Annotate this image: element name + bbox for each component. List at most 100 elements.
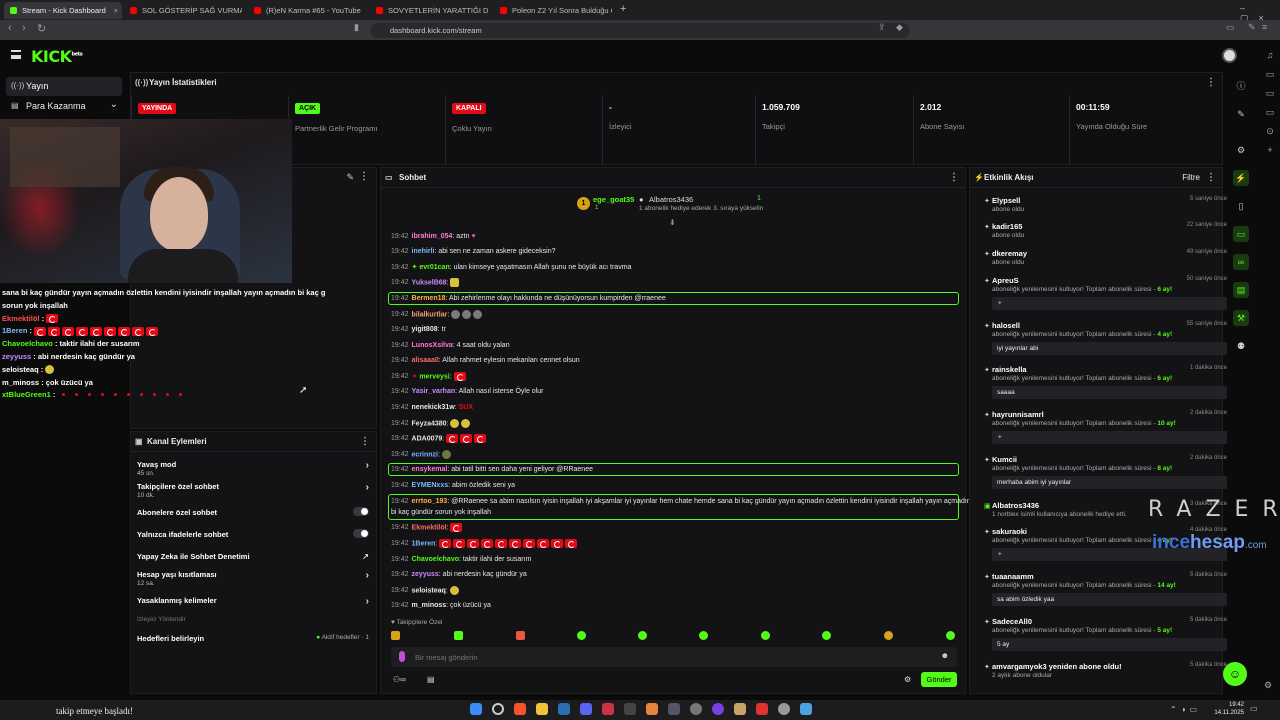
kick-header xyxy=(0,40,1280,72)
filter-button[interactable]: Filtre xyxy=(1182,168,1200,188)
emoji-icon[interactable]: ☻ xyxy=(941,651,949,660)
url-field[interactable]: dashboard.kick.com/stream xyxy=(370,23,910,38)
app-icon[interactable] xyxy=(734,703,746,715)
wrench-icon[interactable]: ⚒ xyxy=(1233,310,1249,326)
chat-message: 19:42 bilalkurtlar: xyxy=(391,310,484,320)
brave-icon[interactable] xyxy=(514,703,526,715)
edit-icon[interactable]: ✎ xyxy=(346,172,354,183)
kebab-menu-icon[interactable]: ⋮ xyxy=(359,171,369,182)
subscribers-only-toggle[interactable] xyxy=(353,507,369,516)
slow-mode-row[interactable]: Yavaş mod 45 sn. › xyxy=(137,460,369,477)
sidebar-item-monetize[interactable]: ▤ Para Kazanma ⌄ xyxy=(6,98,122,115)
browser-sidebar[interactable]: ♫ ▭ ▭ ▭ ⊙ + xyxy=(1264,46,1276,696)
settings-gear-icon[interactable]: ⚙ xyxy=(904,675,911,684)
layout-icon[interactable]: ▤ xyxy=(1233,282,1249,298)
top-gifters: 1 ege_goat35 1 ● Albatros3436 1 1 abonel… xyxy=(577,194,777,216)
chat-message: 19:42 yigit808: tr xyxy=(391,326,446,333)
tab-youtube-4[interactable]: Poleon Z2 Yıl Sonra Bulduğu Gerçek ! xyxy=(494,2,612,19)
edit-icon[interactable]: ✎ xyxy=(1233,106,1249,122)
gift-icon: ● xyxy=(639,195,644,204)
kebab-menu-icon[interactable]: ⋮ xyxy=(949,168,959,188)
app-icon[interactable] xyxy=(756,703,768,715)
kebab-menu-icon[interactable]: ⋮ xyxy=(1206,73,1216,93)
app-icon[interactable] xyxy=(602,703,614,715)
windows-start-icon[interactable] xyxy=(470,703,482,715)
share-icon[interactable]: ⇪ xyxy=(878,22,886,33)
activity-item: ✦ SadeceAll0 aboneliğk yenilemesini kutluy… xyxy=(984,617,1227,651)
stream-stats-panel: ((·)) Yayın İstatistikleri ⋮ YAYINDA AÇIK P… xyxy=(130,72,1223,165)
kick-logo[interactable]: KICKbeta xyxy=(31,47,83,66)
users-icon[interactable]: ⚉ xyxy=(1233,338,1249,354)
chat-input-container: ☻ xyxy=(391,647,957,667)
link-icon[interactable]: ∞ xyxy=(1233,254,1249,270)
settings-gear-icon[interactable] xyxy=(778,703,790,715)
chat-message: 19:42 Bermen18: Abi zehirlenme olayı hakk… xyxy=(391,295,666,302)
stat-multistream[interactable]: KAPALI Çoklu Yayın xyxy=(445,95,602,165)
bookmark-icon[interactable]: ▮ xyxy=(354,22,359,33)
goals-status: ● Aktif hedefler · 1 xyxy=(316,634,369,641)
follow-notice: takip etmeye başladı! xyxy=(56,706,133,716)
chat-icon[interactable]: ▭ xyxy=(1233,226,1249,242)
emote-bar[interactable] xyxy=(391,631,959,643)
close-tab-icon[interactable]: × xyxy=(114,2,118,19)
mod-tools-icon[interactable]: ⚇∞ xyxy=(393,675,406,684)
tab-youtube-2[interactable]: (R)eN Karma #65 - YouTube xyxy=(248,2,366,19)
app-icon[interactable] xyxy=(646,703,658,715)
activity-item: ✦ ApreuS aboneliğk yenilemesini kutluyor! … xyxy=(984,276,1227,310)
lightning-icon[interactable]: ⚡ xyxy=(1233,170,1249,186)
sidebar-item-stream[interactable]: ((·)) Yayın xyxy=(6,77,122,96)
app-icon[interactable] xyxy=(712,703,724,715)
settings-gear-icon[interactable]: ⚙ xyxy=(1264,680,1272,691)
microphone-icon[interactable] xyxy=(399,651,405,662)
app-icon[interactable] xyxy=(668,703,680,715)
brave-shield-icon[interactable]: ◆ xyxy=(896,22,903,33)
kebab-menu-icon[interactable]: ⋮ xyxy=(360,432,370,452)
notification-icon[interactable]: ▭ xyxy=(1250,704,1258,713)
chat-message: 19:42 Yasir_varhan: Allah nasıl isterse Ö… xyxy=(391,388,544,395)
tab-youtube-3[interactable]: SOVYETLERİN YARATTIĞI DÜNYANIN xyxy=(370,2,488,19)
chat-message: 19:42 nenekick31w: SUX xyxy=(391,404,474,411)
sidebar-toggle-icon[interactable]: ▭ xyxy=(1226,22,1235,33)
app-icon[interactable] xyxy=(624,703,636,715)
app-icon[interactable] xyxy=(800,703,812,715)
tab-kick-dashboard[interactable]: Stream - Kick Dashboard × xyxy=(4,2,122,19)
reload-icon[interactable]: ↻ xyxy=(37,22,46,35)
discord-icon[interactable] xyxy=(580,703,592,715)
folder-icon[interactable] xyxy=(536,703,548,715)
hamburger-menu-icon[interactable] xyxy=(11,50,21,59)
file-icon[interactable]: ▯ xyxy=(1233,198,1249,214)
ai-moderation-row[interactable]: Yapay Zeka ile Sohbet Denetimi ↗ xyxy=(137,552,369,561)
info-icon[interactable]: ⓘ xyxy=(1233,78,1249,94)
tab-youtube-1[interactable]: SOL GÖSTERİP SAĞ VURMAK | Sönd xyxy=(124,2,242,19)
calendar-icon[interactable]: ▤ xyxy=(427,675,435,684)
chat-message: 19:42 ADA0079: xyxy=(391,434,488,444)
avatar[interactable] xyxy=(1222,48,1237,63)
followers-only-row[interactable]: Takipçilere özel sohbet 10 dk. › xyxy=(137,482,369,499)
chat-message: 19:42 ecrinnzi: xyxy=(391,450,453,460)
send-button[interactable]: Gönder xyxy=(921,672,957,687)
chat-message: 19:42 m_minoss: çok üzücü ya xyxy=(391,602,491,609)
chat-message: 19:42 Ekmektilöl: xyxy=(391,523,464,533)
menu-icon[interactable]: ≡ xyxy=(1262,22,1267,32)
chat-message: 19:42 1Beren: xyxy=(391,539,579,549)
stat-partner[interactable]: AÇIK Partnerlik Gelir Programı xyxy=(288,95,445,165)
banned-words-row[interactable]: Yasaklanmış kelimeler › xyxy=(137,596,369,607)
scroll-down-icon[interactable]: ⇟ xyxy=(669,218,676,227)
search-icon[interactable] xyxy=(492,703,504,715)
chat-input[interactable] xyxy=(415,650,915,664)
obs-icon[interactable] xyxy=(690,703,702,715)
back-icon[interactable]: ‹ xyxy=(8,22,12,34)
channel-actions-panel: ▣ Kanal Eylemleri ⋮ Yavaş mod 45 sn. › Takip… xyxy=(130,431,377,694)
tray-icons[interactable]: ⌃◑▭ xyxy=(1170,705,1201,714)
account-age-row[interactable]: Hesap yaşı kısıtlaması 12 sa. › xyxy=(137,570,369,587)
steam-icon[interactable] xyxy=(558,703,570,715)
emote-only-toggle[interactable] xyxy=(353,529,369,538)
new-tab-icon[interactable]: + xyxy=(620,3,626,15)
help-chat-icon[interactable]: ☺ xyxy=(1223,662,1247,686)
extensions-icon[interactable]: ✎ xyxy=(1248,22,1256,33)
set-goals-row[interactable]: Hedefleri belirleyin ● Aktif hedefler · 1 xyxy=(137,634,369,643)
settings-gear-icon[interactable]: ⚙ xyxy=(1233,142,1249,158)
kebab-menu-icon[interactable]: ⋮ xyxy=(1206,168,1216,188)
resub-message: 5 ay xyxy=(992,638,1227,651)
forward-icon[interactable]: › xyxy=(22,22,26,34)
